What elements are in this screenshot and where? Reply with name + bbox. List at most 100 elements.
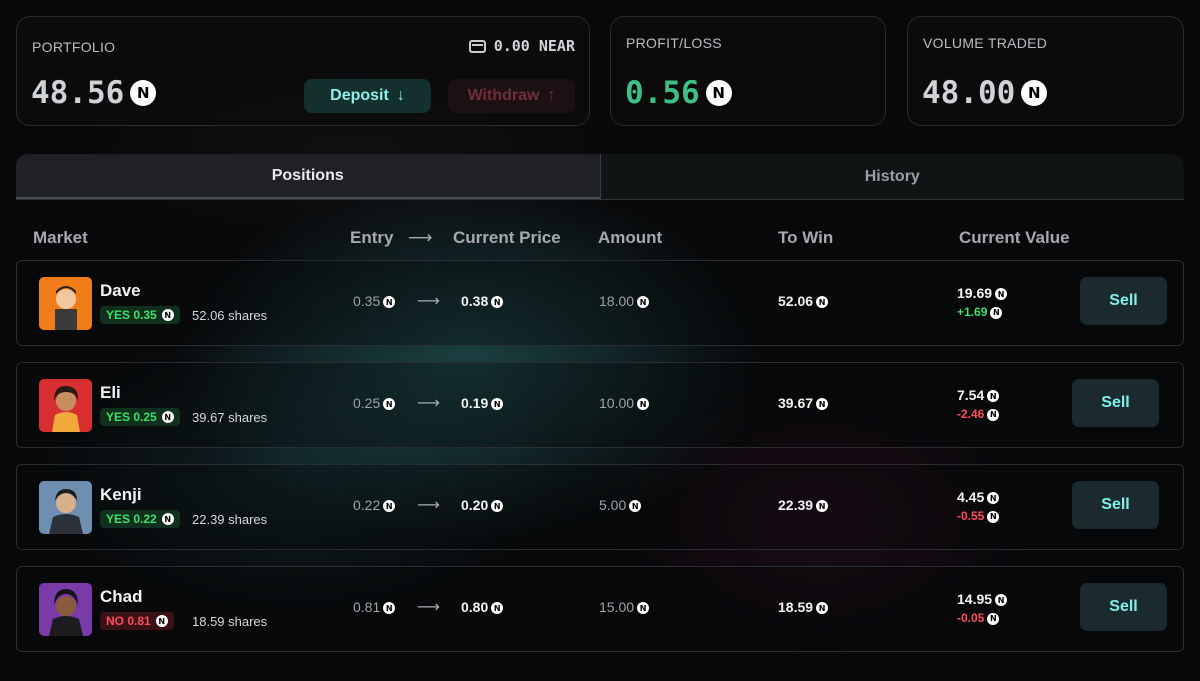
shares-count: 22.39 shares [192, 512, 268, 527]
near-icon: N [637, 602, 650, 615]
near-icon: N [383, 602, 396, 615]
profit-loss-label: PROFIT/LOSS [626, 35, 722, 51]
tab-bar: Positions History [16, 154, 1184, 200]
column-header-to-win: To Win [778, 228, 834, 247]
column-header-current-price: Current Price [453, 228, 561, 247]
near-icon: N [383, 296, 396, 309]
market-name: Dave [100, 281, 141, 300]
side-badge: NO 0.81 N [100, 612, 174, 630]
avatar [39, 277, 92, 330]
tab-history[interactable]: History [601, 154, 1185, 199]
position-row: Kenji YES 0.22 N 22.39 shares 0.22 N ⟶ 0.… [16, 464, 1184, 550]
wallet-icon [468, 39, 486, 53]
current-price: 0.80 N [461, 599, 504, 615]
near-icon: N [816, 296, 829, 309]
avatar [39, 379, 92, 432]
current-value: 19.69 N [957, 285, 1008, 301]
amount: 18.00 N [599, 293, 650, 309]
position-row: Eli YES 0.25 N 39.67 shares 0.25 N ⟶ 0.19… [16, 362, 1184, 448]
near-icon: N [383, 500, 396, 513]
near-icon: N [987, 408, 1000, 421]
near-icon: N [816, 500, 829, 513]
tab-positions[interactable]: Positions [16, 154, 601, 199]
near-icon: N [987, 510, 1000, 523]
arrow-right-icon: ⟶ [417, 395, 440, 412]
arrow-right-icon: ⟶ [417, 599, 440, 616]
near-icon: N [987, 390, 1000, 403]
arrow-up-icon: ↑ [547, 87, 556, 104]
side-badge: YES 0.25 N [100, 408, 180, 426]
near-icon: N [637, 296, 650, 309]
wallet-balance: 0.00 NEAR [468, 37, 575, 55]
column-header-amount: Amount [598, 228, 663, 247]
near-icon: N [155, 615, 168, 627]
profit-loss-value: 0.56 N [625, 75, 732, 111]
to-win: 52.06 N [778, 293, 829, 309]
value-change: -2.46 N [957, 407, 1000, 421]
to-win: 18.59 N [778, 599, 829, 615]
near-icon: N [383, 398, 396, 411]
current-price: 0.38 N [461, 293, 504, 309]
near-icon: N [995, 288, 1008, 301]
deposit-button[interactable]: Deposit ↓ [304, 79, 431, 113]
near-icon: N [637, 398, 650, 411]
amount: 5.00 N [599, 497, 642, 513]
avatar [39, 481, 92, 534]
shares-count: 52.06 shares [192, 308, 268, 323]
to-win: 39.67 N [778, 395, 829, 411]
market-name: Chad [100, 587, 143, 606]
volume-traded-card: VOLUME TRADED 48.00 N [907, 16, 1184, 126]
side-badge: YES 0.35 N [100, 306, 180, 324]
near-icon: N [130, 80, 157, 106]
value-change: -0.05 N [957, 611, 1000, 625]
current-value: 4.45 N [957, 489, 1000, 505]
arrow-down-icon: ↓ [396, 87, 405, 104]
near-icon: N [161, 411, 174, 423]
near-icon: N [987, 612, 1000, 625]
portfolio-label: PORTFOLIO [32, 39, 116, 55]
sell-button[interactable]: Sell [1080, 277, 1167, 325]
value-change: -0.55 N [957, 509, 1000, 523]
sell-button[interactable]: Sell [1072, 481, 1159, 529]
market-name: Kenji [100, 485, 142, 504]
near-icon: N [995, 594, 1008, 607]
shares-count: 39.67 shares [192, 410, 268, 425]
avatar [39, 583, 92, 636]
near-icon: N [161, 513, 174, 525]
column-header-arrow: ⟶ [408, 228, 433, 247]
near-icon: N [816, 398, 829, 411]
near-icon: N [816, 602, 829, 615]
near-icon: N [491, 500, 504, 513]
market-name: Eli [100, 383, 121, 402]
current-value: 14.95 N [957, 591, 1008, 607]
shares-count: 18.59 shares [192, 614, 268, 629]
near-icon: N [1021, 80, 1048, 106]
position-row: Dave YES 0.35 N 52.06 shares 0.35 N ⟶ 0.3… [16, 260, 1184, 346]
entry-price: 0.22 N [353, 497, 396, 513]
portfolio-card: PORTFOLIO 0.00 NEAR 48.56 N Deposit ↓ Wi… [16, 16, 590, 126]
sell-button[interactable]: Sell [1072, 379, 1159, 427]
near-icon: N [705, 80, 732, 106]
amount: 10.00 N [599, 395, 650, 411]
near-icon: N [629, 500, 642, 513]
arrow-right-icon: ⟶ [417, 293, 440, 310]
column-header-market: Market [33, 228, 88, 247]
sell-button[interactable]: Sell [1080, 583, 1167, 631]
entry-price: 0.81 N [353, 599, 396, 615]
portfolio-value: 48.56 N [31, 75, 157, 111]
withdraw-button[interactable]: Withdraw ↑ [448, 79, 575, 113]
entry-price: 0.35 N [353, 293, 396, 309]
side-badge: YES 0.22 N [100, 510, 180, 528]
volume-traded-label: VOLUME TRADED [923, 35, 1048, 51]
near-icon: N [161, 309, 174, 321]
near-icon: N [990, 306, 1003, 319]
position-row: Chad NO 0.81 N 18.59 shares 0.81 N ⟶ 0.80… [16, 566, 1184, 652]
near-icon: N [491, 602, 504, 615]
to-win: 22.39 N [778, 497, 829, 513]
current-value: 7.54 N [957, 387, 1000, 403]
value-change: +1.69 N [957, 305, 1003, 319]
near-icon: N [987, 492, 1000, 505]
wallet-balance-value: 0.00 NEAR [493, 37, 575, 55]
near-icon: N [491, 296, 504, 309]
column-header-current-value: Current Value [959, 228, 1070, 247]
